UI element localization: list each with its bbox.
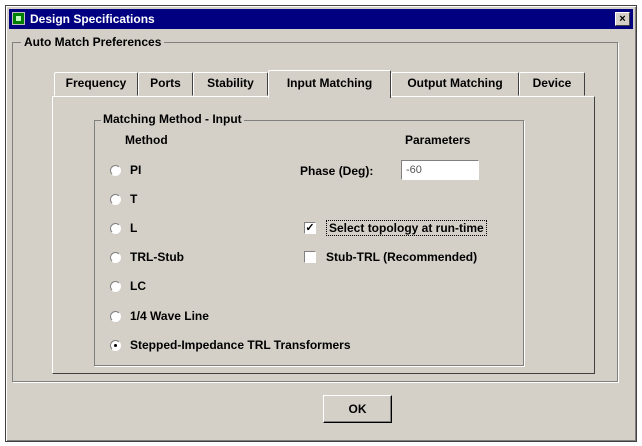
- method-label: T: [130, 192, 138, 206]
- matching-method-group: Matching Method - Input: [94, 112, 524, 366]
- method-radio-quarter-wave-line[interactable]: 1/4 Wave Line: [110, 308, 209, 324]
- method-label: LC: [130, 279, 146, 293]
- radio-button-icon: [110, 222, 121, 234]
- method-radio-stepped-impedance-trl[interactable]: Stepped-Impedance TRL Transformers: [110, 337, 351, 353]
- method-label: PI: [130, 163, 142, 177]
- title-bar[interactable]: Design Specifications ×: [9, 9, 633, 29]
- method-label: L: [130, 221, 138, 235]
- tab-ports[interactable]: Ports: [138, 72, 193, 96]
- auto-match-preferences-label: Auto Match Preferences: [21, 35, 165, 49]
- tab-output-matching[interactable]: Output Matching: [391, 72, 519, 96]
- method-radio-t[interactable]: T: [110, 191, 137, 207]
- select-topology-checkbox[interactable]: ✓ Select topology at run-time: [304, 220, 487, 236]
- tab-frequency[interactable]: Frequency: [54, 72, 138, 96]
- tab-stability[interactable]: Stability: [193, 72, 268, 96]
- method-label: 1/4 Wave Line: [130, 309, 209, 323]
- ok-button[interactable]: OK: [323, 395, 392, 423]
- checkbox-checked-icon: ✓: [304, 222, 316, 234]
- matching-method-label: Matching Method - Input: [101, 112, 244, 126]
- method-header: Method: [125, 133, 168, 147]
- method-radio-trl-stub[interactable]: TRL-Stub: [110, 249, 184, 265]
- radio-button-selected-icon: [110, 339, 121, 351]
- stub-trl-label: Stub-TRL (Recommended): [326, 250, 478, 264]
- select-topology-label: Select topology at run-time: [326, 220, 487, 236]
- checkbox-icon: [304, 251, 316, 263]
- radio-button-icon: [110, 280, 121, 292]
- method-label: Stepped-Impedance TRL Transformers: [130, 338, 351, 352]
- parameters-header: Parameters: [405, 133, 471, 147]
- tab-device[interactable]: Device: [519, 72, 585, 96]
- phase-label: Phase (Deg):: [300, 164, 374, 178]
- app-icon: [12, 12, 25, 25]
- radio-button-icon: [110, 251, 121, 263]
- stub-trl-checkbox[interactable]: Stub-TRL (Recommended): [304, 249, 477, 265]
- radio-button-icon: [110, 193, 121, 205]
- method-label: TRL-Stub: [130, 250, 184, 264]
- method-radio-pi[interactable]: PI: [110, 162, 141, 178]
- method-radio-l[interactable]: L: [110, 220, 137, 236]
- tab-input-matching[interactable]: Input Matching: [268, 70, 391, 98]
- radio-button-icon: [110, 310, 121, 322]
- phase-input[interactable]: -60: [401, 160, 479, 180]
- window-title: Design Specifications: [30, 12, 155, 26]
- radio-button-icon: [110, 164, 121, 176]
- close-button[interactable]: ×: [615, 12, 630, 26]
- method-radio-lc[interactable]: LC: [110, 278, 146, 294]
